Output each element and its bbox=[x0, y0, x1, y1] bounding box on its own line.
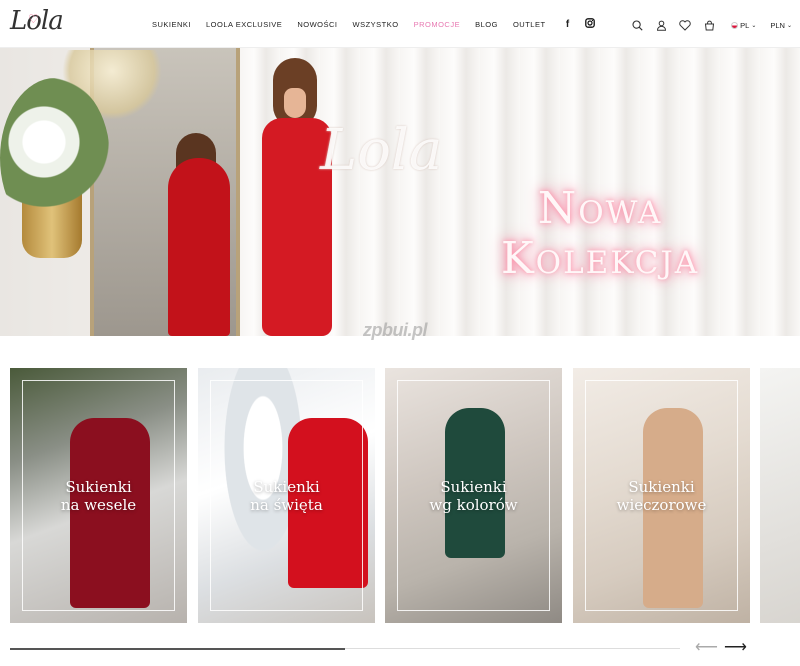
nav-item-blog[interactable]: BLOG bbox=[475, 18, 498, 32]
heart-icon[interactable] bbox=[677, 17, 693, 33]
arrow-right-icon[interactable]: ⟶ bbox=[724, 638, 747, 658]
model-face bbox=[284, 88, 306, 118]
logo[interactable]: Lola ♡ bbox=[10, 6, 76, 42]
category-label: Sukienki na święta bbox=[198, 478, 375, 514]
category-label-line2: wieczorowe bbox=[616, 496, 707, 514]
carousel-progress-fill bbox=[10, 647, 345, 650]
nav-item-outlet[interactable]: OUTLET bbox=[513, 18, 546, 32]
category-card-partial[interactable] bbox=[760, 368, 800, 623]
category-label-line1: Sukienki bbox=[628, 478, 695, 496]
watermark: zpbui.pl bbox=[363, 320, 427, 340]
chevron-down-icon: ⌄ bbox=[786, 22, 792, 29]
category-label-line1: Sukienki bbox=[253, 478, 320, 496]
user-icon[interactable] bbox=[653, 17, 669, 33]
nav-item-sukienki[interactable]: SUKIENKI bbox=[152, 18, 191, 32]
hero-headline-line1: Nowa bbox=[537, 183, 663, 234]
carousel-progress-track[interactable] bbox=[10, 647, 680, 650]
chevron-down-icon: ⌄ bbox=[751, 22, 757, 29]
arrow-left-icon[interactable]: ⟵ bbox=[695, 638, 718, 658]
category-carousel: Sukienki na wesele Sukienki na święta Su… bbox=[10, 368, 800, 623]
category-label-line1: Sukienki bbox=[440, 478, 507, 496]
language-label: PL bbox=[740, 20, 750, 30]
nav-item-promocje[interactable]: PROMOCJE bbox=[414, 18, 461, 32]
category-label-line2: na święta bbox=[250, 496, 323, 514]
heart-logo-icon: ♡ bbox=[28, 12, 39, 26]
category-label-line2: na wesele bbox=[60, 496, 137, 514]
category-label: Sukienki wg kolorów bbox=[385, 478, 562, 514]
main-nav: SUKIENKI LOOLA EXCLUSIVE NOWOŚCI WSZYSTK… bbox=[152, 18, 605, 32]
instagram-icon[interactable] bbox=[583, 18, 597, 32]
category-label-line1: Sukienki bbox=[65, 478, 132, 496]
hero-banner[interactable]: Lola Nowa Kolekcja bbox=[0, 48, 800, 336]
hero-headline: Nowa Kolekcja bbox=[430, 184, 770, 284]
header-actions: PL ⌄ PLN ⌄ bbox=[629, 17, 800, 33]
category-card-wesele[interactable]: Sukienki na wesele bbox=[10, 368, 187, 623]
hero-neon-logo: Lola bbox=[320, 118, 443, 183]
category-label-line2: wg kolorów bbox=[429, 496, 518, 514]
nav-item-loola-exclusive[interactable]: LOOLA EXCLUSIVE bbox=[206, 18, 282, 32]
poland-flag-icon bbox=[731, 21, 739, 29]
category-label: Sukienki wieczorowe bbox=[573, 478, 750, 514]
category-card-wieczorowe[interactable]: Sukienki wieczorowe bbox=[573, 368, 750, 623]
hero-headline-line2: Kolekcja bbox=[500, 233, 700, 284]
language-selector[interactable]: PL ⌄ bbox=[731, 21, 756, 30]
facebook-icon[interactable]: f bbox=[561, 18, 575, 32]
bag-icon[interactable] bbox=[701, 17, 717, 33]
model-reflection-dress bbox=[168, 158, 230, 336]
category-card-swieta[interactable]: Sukienki na święta bbox=[198, 368, 375, 623]
category-label: Sukienki na wesele bbox=[10, 478, 187, 514]
search-icon[interactable] bbox=[629, 17, 645, 33]
category-card-kolory[interactable]: Sukienki wg kolorów bbox=[385, 368, 562, 623]
currency-label: PLN bbox=[770, 20, 785, 30]
flowers-image bbox=[0, 78, 110, 238]
site-header: Lola ♡ SUKIENKI LOOLA EXCLUSIVE NOWOŚCI … bbox=[0, 0, 800, 48]
currency-selector[interactable]: PLN ⌄ bbox=[770, 21, 792, 30]
nav-item-wszystko[interactable]: WSZYSTKO bbox=[352, 18, 398, 32]
nav-item-nowosci[interactable]: NOWOŚCI bbox=[297, 18, 337, 32]
